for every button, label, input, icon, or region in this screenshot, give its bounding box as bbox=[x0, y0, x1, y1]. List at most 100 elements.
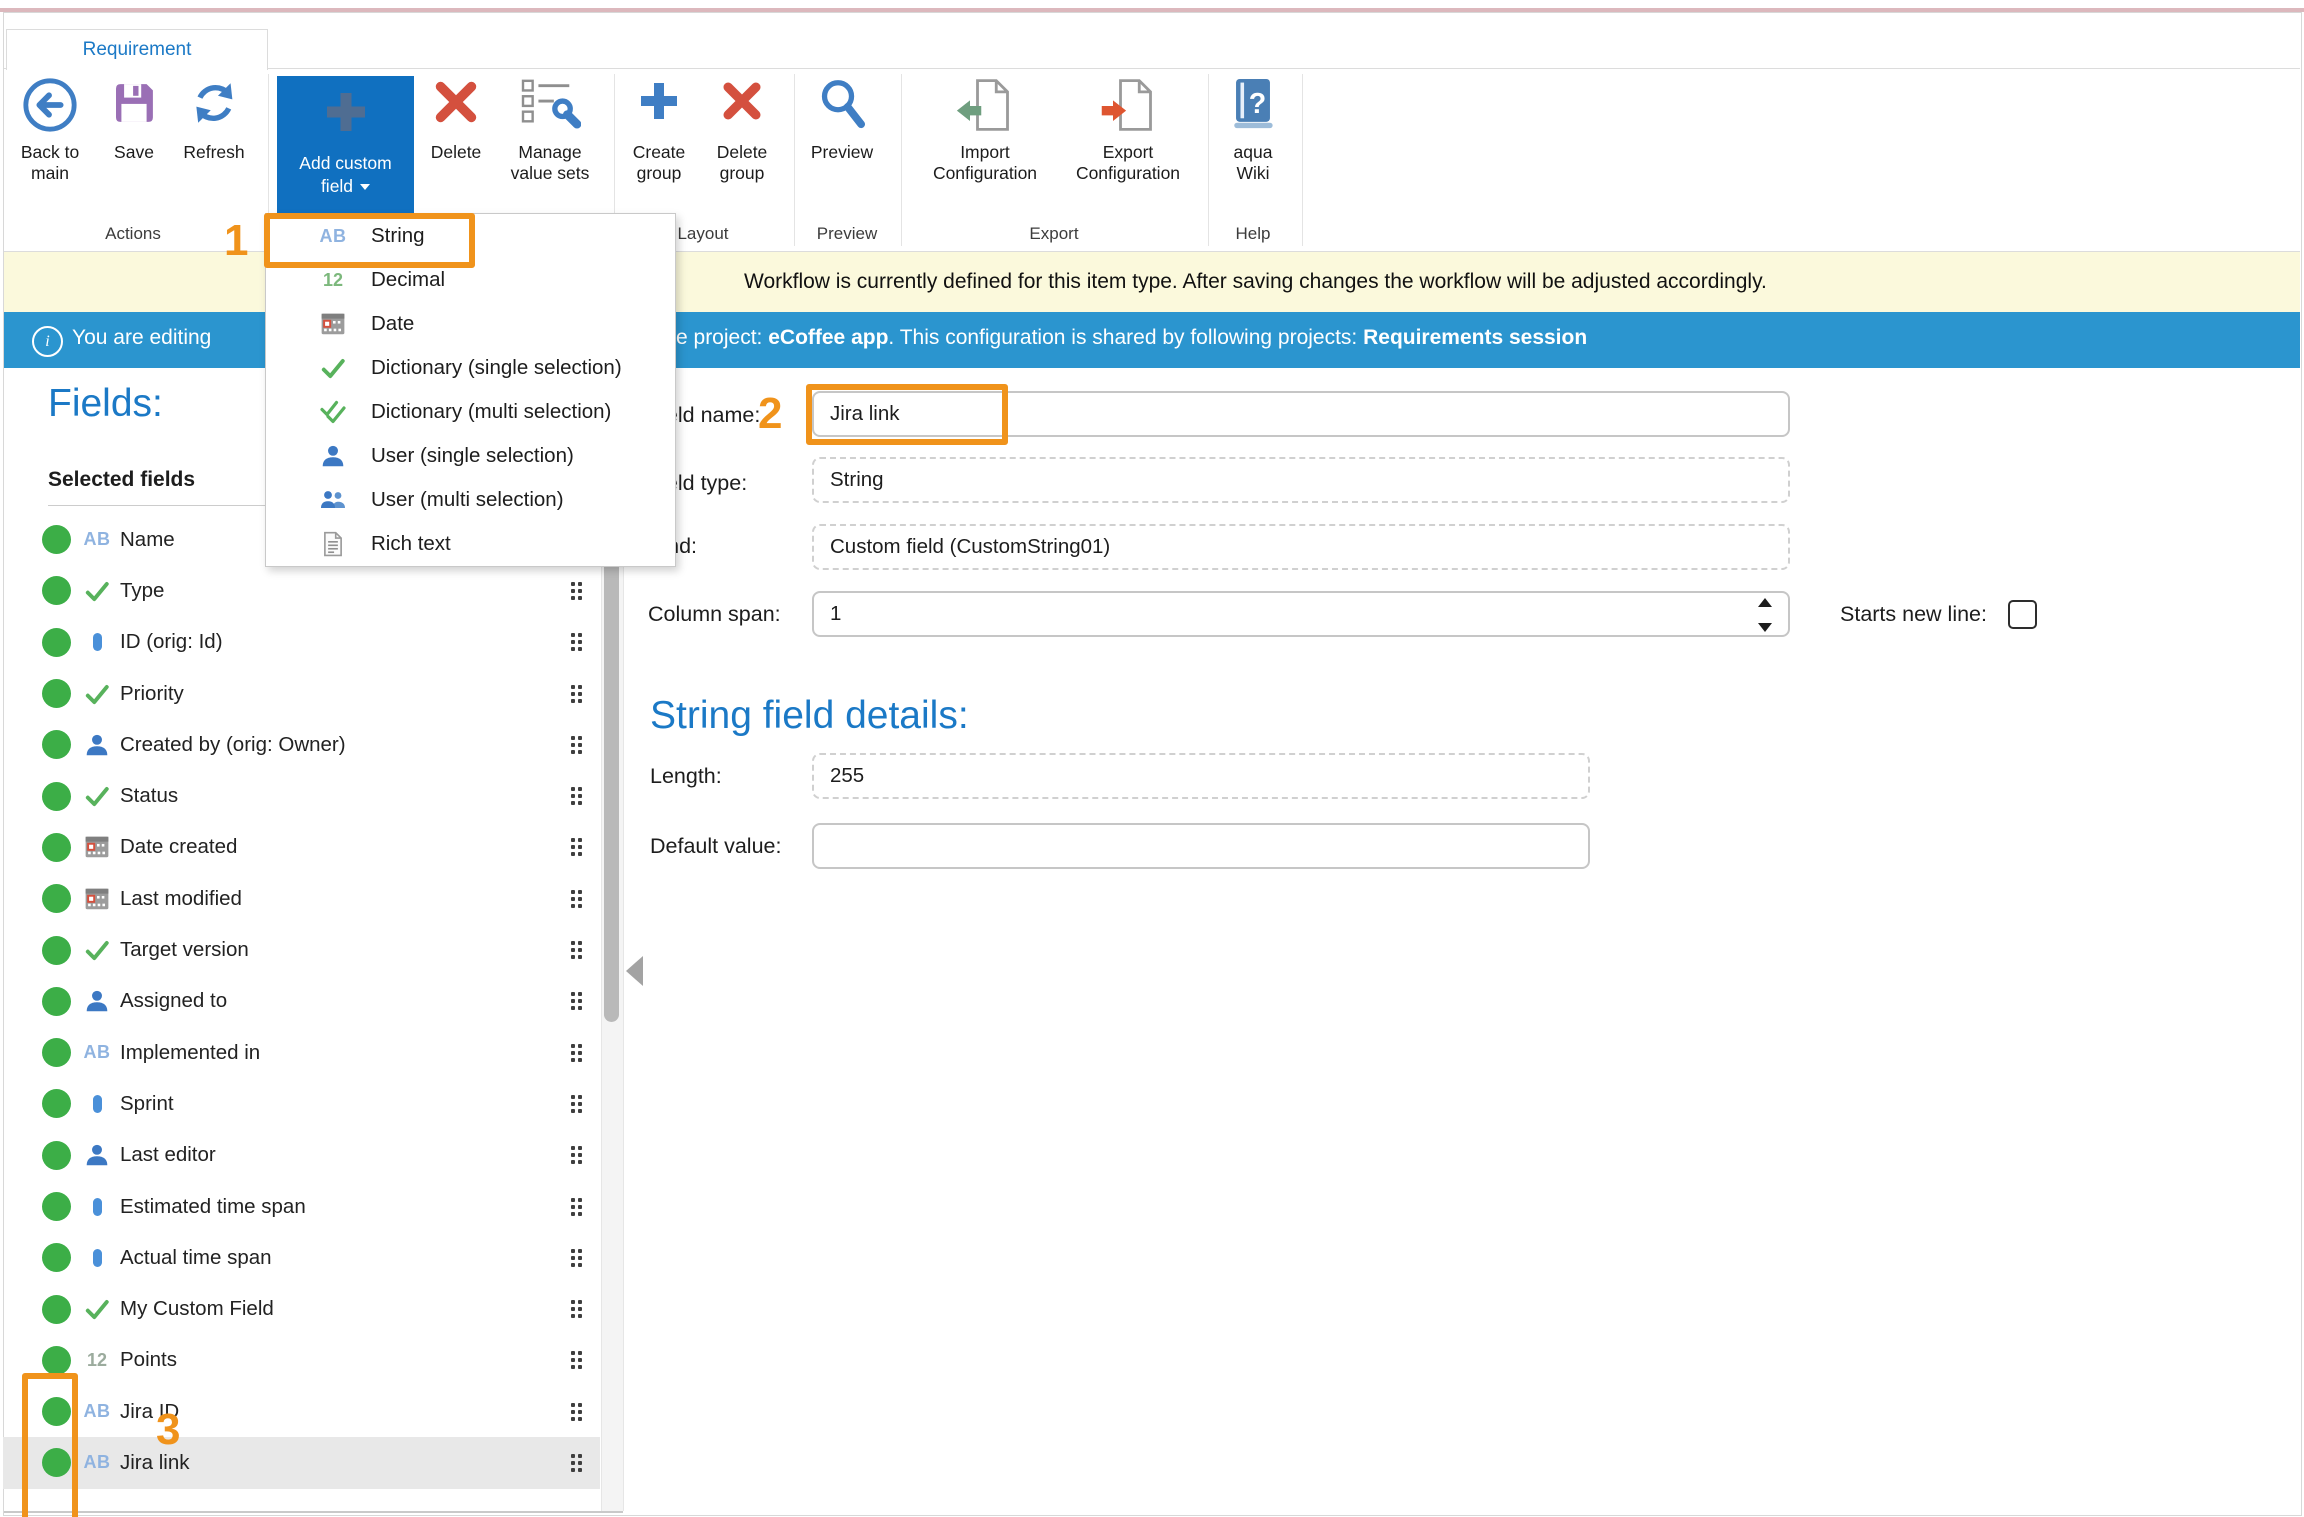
window-top-accent-line bbox=[0, 8, 2304, 12]
create-group-button[interactable]: Create group bbox=[622, 76, 696, 183]
field-row-label: Status bbox=[120, 784, 178, 808]
enabled-dot-icon bbox=[42, 884, 71, 913]
collapse-panel-arrow-icon[interactable] bbox=[626, 956, 643, 986]
enabled-dot-icon bbox=[42, 576, 71, 605]
field-row[interactable]: Sprint bbox=[3, 1078, 600, 1129]
enabled-dot-icon bbox=[42, 1243, 71, 1272]
field-row[interactable]: Last modified bbox=[3, 873, 600, 924]
field-row[interactable]: Status bbox=[3, 770, 600, 821]
stepper-down-icon[interactable] bbox=[1758, 623, 1772, 632]
column-span-input[interactable] bbox=[812, 591, 1790, 637]
menu-item-user-multi-selection[interactable]: User (multi selection) bbox=[266, 478, 675, 522]
add-custom-field-menu: ABString12Decimal Date Dictionary (single … bbox=[265, 213, 676, 567]
enabled-dot-icon bbox=[42, 1141, 71, 1170]
field-row[interactable]: ABJira ID bbox=[3, 1386, 600, 1437]
field-row[interactable]: ABJira link bbox=[3, 1437, 600, 1488]
field-row[interactable]: ABImplemented in bbox=[3, 1027, 600, 1078]
field-row[interactable]: Type bbox=[3, 565, 600, 616]
menu-item-rich-text[interactable]: Rich text bbox=[266, 522, 675, 566]
delete-group-button[interactable]: Delete group bbox=[705, 76, 779, 183]
field-row-label: Assigned to bbox=[120, 989, 227, 1013]
field-row-label: Target version bbox=[120, 938, 249, 962]
number-field-icon bbox=[79, 629, 115, 655]
bind-input bbox=[812, 524, 1790, 570]
check-type-icon bbox=[316, 355, 350, 381]
field-row[interactable]: Created by (orig: Owner) bbox=[3, 719, 600, 770]
value-sets-wrench-icon bbox=[519, 76, 581, 138]
drag-handle-icon[interactable] bbox=[571, 1146, 582, 1164]
field-row-label: Name bbox=[120, 528, 175, 552]
menu-item-label: Dictionary (single selection) bbox=[371, 356, 622, 380]
drag-handle-icon[interactable] bbox=[571, 787, 582, 805]
tab-requirement[interactable]: Requirement bbox=[6, 29, 268, 70]
drag-handle-icon[interactable] bbox=[571, 992, 582, 1010]
enabled-dot-icon bbox=[42, 1397, 71, 1426]
field-row[interactable]: Actual time span bbox=[3, 1232, 600, 1283]
stepper-up-icon[interactable] bbox=[1758, 598, 1772, 607]
selected-fields-subheading: Selected fields bbox=[48, 468, 195, 492]
menu-item-dictionary-single-selection[interactable]: Dictionary (single selection) bbox=[266, 346, 675, 390]
add-custom-field-button[interactable]: Add custom field bbox=[277, 76, 414, 213]
menu-item-label: Date bbox=[371, 312, 414, 336]
field-row[interactable]: My Custom Field bbox=[3, 1283, 600, 1334]
refresh-button[interactable]: Refresh bbox=[183, 76, 244, 163]
drag-handle-icon[interactable] bbox=[571, 1454, 582, 1472]
field-name-input[interactable] bbox=[812, 391, 1790, 437]
drag-handle-icon[interactable] bbox=[571, 1044, 582, 1062]
field-row-label: Priority bbox=[120, 682, 184, 706]
manage-value-sets-button[interactable]: Manage value sets bbox=[502, 76, 598, 183]
enabled-dot-icon bbox=[42, 1295, 71, 1324]
save-button[interactable]: Save bbox=[107, 76, 161, 163]
drag-handle-icon[interactable] bbox=[571, 685, 582, 703]
starts-new-line-label: Starts new line: bbox=[1840, 591, 1987, 637]
drag-handle-icon[interactable] bbox=[571, 941, 582, 959]
aqua-wiki-button[interactable]: ? aqua Wiki bbox=[1227, 76, 1279, 183]
field-row-label: Jira link bbox=[120, 1451, 190, 1475]
field-row-label: Date created bbox=[120, 835, 237, 859]
drag-handle-icon[interactable] bbox=[571, 582, 582, 600]
length-input bbox=[812, 753, 1590, 799]
column-span-stepper[interactable] bbox=[1750, 598, 1780, 632]
drag-handle-icon[interactable] bbox=[571, 633, 582, 651]
drag-handle-icon[interactable] bbox=[571, 1403, 582, 1421]
preview-button[interactable]: Preview bbox=[811, 76, 873, 163]
dropdown-caret-icon bbox=[360, 184, 370, 190]
back-to-main-button[interactable]: Back to main bbox=[13, 76, 87, 183]
menu-item-dictionary-multi-selection[interactable]: Dictionary (multi selection) bbox=[266, 390, 675, 434]
export-configuration-button[interactable]: Export Configuration bbox=[1060, 76, 1196, 183]
users-type-icon bbox=[316, 487, 350, 513]
check-field-icon bbox=[79, 937, 115, 963]
menu-item-label: Rich text bbox=[371, 532, 451, 556]
field-row[interactable]: 12Points bbox=[3, 1335, 600, 1386]
field-row[interactable]: Date created bbox=[3, 822, 600, 873]
import-document-icon bbox=[955, 76, 1015, 138]
menu-item-string[interactable]: ABString bbox=[266, 214, 675, 258]
svg-text:?: ? bbox=[1249, 88, 1266, 120]
drag-handle-icon[interactable] bbox=[571, 1249, 582, 1267]
menu-item-user-single-selection[interactable]: User (single selection) bbox=[266, 434, 675, 478]
text-field-icon: AB bbox=[79, 1450, 115, 1476]
date-type-icon bbox=[316, 311, 350, 337]
field-row[interactable]: Target version bbox=[3, 924, 600, 975]
field-row[interactable]: Priority bbox=[3, 668, 600, 719]
field-row[interactable]: ID (orig: Id) bbox=[3, 617, 600, 668]
ribbon-group-divider bbox=[1302, 74, 1303, 246]
drag-handle-icon[interactable] bbox=[571, 1300, 582, 1318]
delete-field-button[interactable]: Delete bbox=[430, 76, 482, 163]
drag-handle-icon[interactable] bbox=[571, 736, 582, 754]
drag-handle-icon[interactable] bbox=[571, 1095, 582, 1113]
menu-item-label: User (multi selection) bbox=[371, 488, 564, 512]
drag-handle-icon[interactable] bbox=[571, 1198, 582, 1216]
import-configuration-button[interactable]: Import Configuration bbox=[917, 76, 1053, 183]
drag-handle-icon[interactable] bbox=[571, 838, 582, 856]
starts-new-line-checkbox[interactable] bbox=[2008, 600, 2037, 629]
menu-item-date[interactable]: Date bbox=[266, 302, 675, 346]
drag-handle-icon[interactable] bbox=[571, 890, 582, 908]
back-arrow-icon bbox=[21, 76, 79, 138]
default-value-input[interactable] bbox=[812, 823, 1590, 869]
drag-handle-icon[interactable] bbox=[571, 1351, 582, 1369]
menu-item-decimal[interactable]: 12Decimal bbox=[266, 258, 675, 302]
field-row[interactable]: Last editor bbox=[3, 1130, 600, 1181]
field-row[interactable]: Estimated time span bbox=[3, 1181, 600, 1232]
field-row[interactable]: Assigned to bbox=[3, 976, 600, 1027]
